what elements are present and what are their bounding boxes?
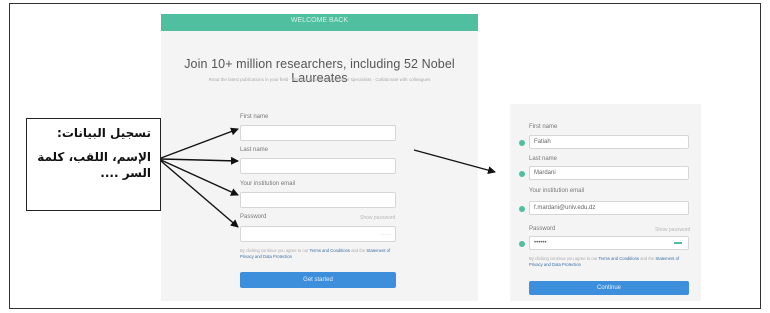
login-terms-and: and the (640, 256, 655, 261)
terms-link[interactable]: Terms and Conditions (310, 248, 351, 253)
login-email-label: Your institution email (529, 188, 585, 194)
callout-title: تسجيل البيانات: (57, 126, 151, 140)
password-strength-bar (674, 242, 682, 244)
get-started-button[interactable]: Get started (240, 272, 396, 288)
signup-subline: Read the latest publications in your fie… (208, 77, 431, 82)
password-input[interactable]: ······ (240, 226, 396, 242)
login-terms-prefix: By clicking continue you agree to our (529, 256, 598, 261)
last-name-label: Last name (240, 147, 269, 153)
password-strength: ······ (381, 232, 391, 238)
login-terms-text: By clicking continue you agree to our Te… (529, 256, 691, 268)
login-show-password-toggle[interactable]: Show password (655, 227, 690, 233)
signup-header-text: WELCOME BACK (290, 17, 349, 24)
login-last-name-label: Last name (529, 156, 558, 162)
continue-button[interactable]: Continue (529, 281, 689, 295)
terms-prefix: By clicking continue you agree to our (240, 248, 309, 253)
login-first-name-input[interactable]: Fatiah (529, 135, 689, 149)
email-input[interactable] (240, 192, 396, 208)
callout-body: الإسم، اللقب، كلمة السر .... (37, 150, 151, 180)
password-label: Password (240, 214, 267, 220)
email-label: Your institution email (240, 181, 296, 187)
check-icon (519, 171, 525, 177)
check-icon (519, 206, 525, 212)
signup-terms-text: By clicking continue you agree to our Te… (240, 248, 400, 260)
login-terms-link[interactable]: Terms and Conditions (599, 256, 640, 261)
login-email-input[interactable]: f.mardani@univ.edu.dz (529, 201, 689, 215)
show-password-toggle[interactable]: Show password (360, 215, 395, 221)
signup-header-bar: WELCOME BACK (161, 14, 478, 31)
login-password-value: •••••• (534, 240, 547, 246)
check-icon (519, 140, 525, 146)
check-icon (519, 241, 525, 247)
terms-and: and the (351, 248, 366, 253)
last-name-input[interactable] (240, 158, 396, 174)
arabic-callout-box: تسجيل البيانات: الإسم، اللقب، كلمة السر … (26, 118, 161, 211)
first-name-label: First name (240, 114, 269, 120)
login-first-name-label: First name (529, 124, 558, 130)
login-password-input[interactable]: •••••• (529, 236, 689, 250)
first-name-input[interactable] (240, 125, 396, 141)
login-password-label: Password (529, 226, 556, 232)
login-last-name-input[interactable]: Mardani (529, 166, 689, 180)
